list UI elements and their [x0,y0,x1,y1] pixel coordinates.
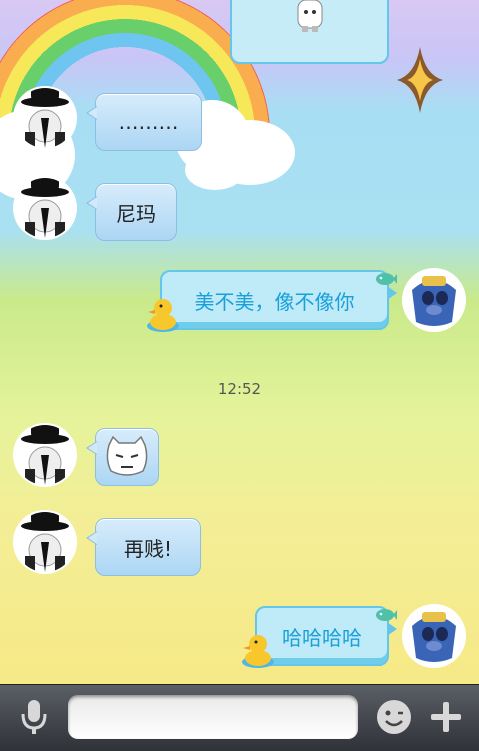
message-text: 再贱! [123,536,173,561]
bunny-sticker-icon [297,0,323,32]
fish-icon [376,609,397,621]
hat-person-icon [21,88,69,148]
sparkle-icon [397,47,443,113]
input-toolbar [0,684,479,751]
more-button[interactable] [424,695,468,739]
contact-avatar[interactable] [15,512,75,572]
grumpy-face-sticker-icon [106,435,148,476]
message-bubble[interactable]: 再贱! [86,518,201,576]
smiley-icon [377,700,411,734]
stitch-character-icon [412,276,456,326]
fish-icon [376,273,397,285]
message-text: 美不美，像不像你 [194,289,355,314]
message-bubble[interactable]: 尼玛 [86,183,177,241]
image-message-bubble[interactable] [230,0,389,64]
message-text: 哈哈哈哈 [282,625,362,650]
microphone-icon [21,700,47,734]
contact-avatar[interactable] [15,88,75,148]
contact-avatar[interactable] [15,425,75,485]
stitch-character-icon [412,612,456,662]
message-bubble[interactable]: ……… [86,93,202,151]
cloud-decoration [185,150,245,190]
message-timestamp: 12:52 [217,380,262,398]
my-avatar[interactable] [404,606,464,666]
sticker-message-bubble[interactable] [86,428,159,486]
emoji-button[interactable] [372,695,416,739]
contact-avatar[interactable] [15,178,75,238]
hat-person-icon [21,178,69,238]
message-input[interactable] [68,695,358,739]
hat-person-icon [21,512,69,572]
voice-button[interactable] [12,695,56,739]
my-avatar[interactable] [404,270,464,330]
message-text: ……… [118,110,179,134]
plus-icon [431,702,461,732]
message-bubble[interactable]: 美不美，像不像你 [160,270,397,330]
rubber-duck-icon [147,299,179,332]
hat-person-icon [21,425,69,485]
message-text: 尼玛 [116,201,156,226]
rubber-duck-icon [242,635,274,668]
